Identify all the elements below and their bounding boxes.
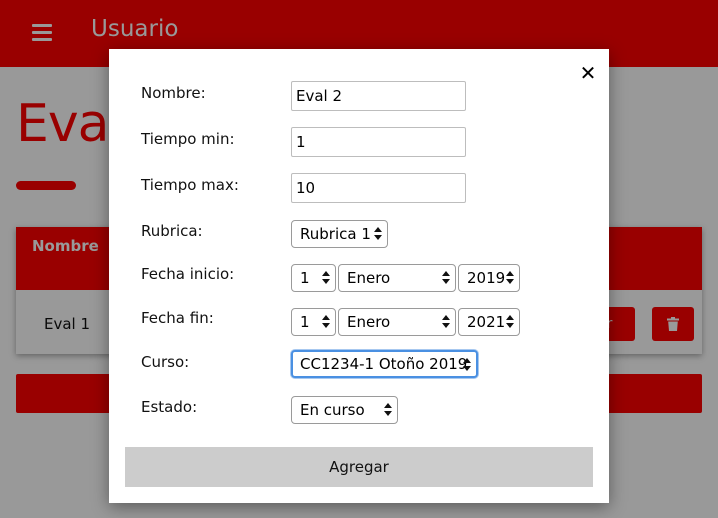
tiempo-min-input[interactable] [291, 127, 466, 157]
add-evaluation-dialog: ✕ Nombre: Tiempo min: Tiempo max: Rubric… [109, 49, 609, 503]
label-estado: Estado: [141, 398, 198, 416]
label-fecha-fin: Fecha fin: [141, 309, 214, 327]
curso-select-value: CC1234-1 Otoño 2019 [300, 355, 468, 373]
label-fecha-inicio: Fecha inicio: [141, 265, 235, 283]
select-arrows-icon [463, 357, 471, 373]
label-curso: Curso: [141, 353, 190, 371]
estado-select[interactable]: En curso [291, 396, 398, 424]
fecha-fin-year-select[interactable]: 2021 [458, 308, 520, 336]
tiempo-max-input[interactable] [291, 173, 466, 203]
label-nombre: Nombre: [141, 84, 206, 102]
fecha-inicio-day-value: 1 [300, 269, 310, 287]
select-arrows-icon [442, 314, 450, 330]
select-arrows-icon [442, 270, 450, 286]
select-arrows-icon [384, 402, 392, 418]
label-tiempo-min: Tiempo min: [141, 130, 235, 148]
fecha-fin-month-select[interactable]: Enero [338, 308, 456, 336]
select-arrows-icon [506, 270, 514, 286]
select-arrows-icon [374, 226, 382, 242]
select-arrows-icon [322, 270, 330, 286]
select-arrows-icon [322, 314, 330, 330]
rubrica-select[interactable]: Rubrica 1 [291, 220, 388, 248]
agregar-button[interactable]: Agregar [125, 447, 593, 487]
select-arrows-icon [506, 314, 514, 330]
fecha-fin-day-select[interactable]: 1 [291, 308, 336, 336]
fecha-fin-year-value: 2021 [467, 313, 506, 331]
close-icon[interactable]: ✕ [578, 63, 598, 83]
rubrica-select-value: Rubrica 1 [300, 225, 371, 243]
fecha-fin-month-value: Enero [347, 313, 391, 331]
label-rubrica: Rubrica: [141, 222, 203, 240]
fecha-inicio-year-value: 2019 [467, 269, 506, 287]
curso-select[interactable]: CC1234-1 Otoño 2019 [291, 350, 478, 378]
fecha-inicio-day-select[interactable]: 1 [291, 264, 336, 292]
fecha-inicio-month-value: Enero [347, 269, 391, 287]
estado-select-value: En curso [300, 401, 365, 419]
label-tiempo-max: Tiempo max: [141, 176, 239, 194]
fecha-fin-day-value: 1 [300, 313, 310, 331]
fecha-inicio-year-select[interactable]: 2019 [458, 264, 520, 292]
nombre-input[interactable] [291, 81, 466, 111]
fecha-inicio-month-select[interactable]: Enero [338, 264, 456, 292]
